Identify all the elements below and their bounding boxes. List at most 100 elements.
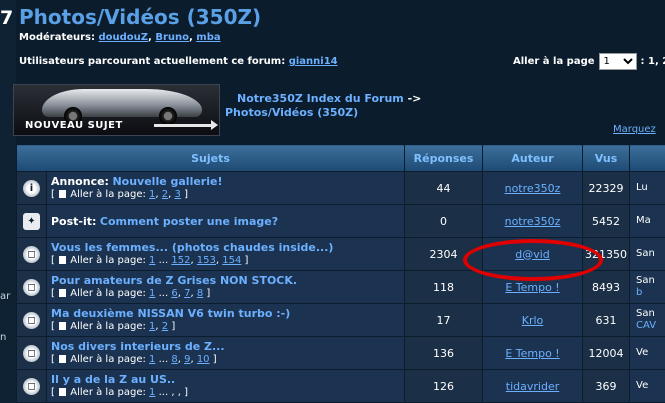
goto-page-label: Aller à la page bbox=[513, 56, 595, 67]
topic-title-link[interactable]: Comment poster une image? bbox=[100, 215, 278, 228]
topic-author-link[interactable]: tidavrider bbox=[506, 380, 559, 393]
topic-icon-cell: ◻ bbox=[16, 270, 47, 304]
page-link[interactable]: 1 bbox=[149, 387, 155, 398]
topic-author-link[interactable]: notre350z bbox=[505, 215, 561, 228]
topic-pages: [ Aller à la page: 1 ... 6, 7, 8 ] bbox=[51, 288, 211, 299]
topic-author-link[interactable]: E Tempo ! bbox=[505, 281, 559, 294]
topic-views: 8493 bbox=[582, 270, 631, 304]
topic-replies: 2304 bbox=[404, 237, 484, 271]
topic-pages: [ Aller à la page: 1, 2, 3 ] bbox=[51, 189, 188, 200]
page-link[interactable]: 1 bbox=[149, 189, 155, 200]
page-link[interactable]: 10 bbox=[197, 354, 210, 365]
page-link[interactable]: 153 bbox=[197, 255, 216, 266]
page-link[interactable]: 8 bbox=[197, 288, 203, 299]
topic-title-link[interactable]: Nouvelle gallerie! bbox=[112, 175, 222, 188]
topic-author-cell: E Tempo ! bbox=[482, 336, 584, 370]
page-icon bbox=[59, 256, 67, 264]
mark-all-read-link[interactable]: Marquez bbox=[613, 124, 656, 135]
topic-title-link[interactable]: Ma deuxième NISSAN V6 twin turbo :-) bbox=[51, 307, 290, 320]
topic-icon-cell: ◻ bbox=[16, 303, 47, 337]
announcement-icon: i bbox=[23, 179, 40, 197]
topic-replies: 118 bbox=[404, 270, 484, 304]
topic-last-post-cell: San CAV bbox=[629, 303, 665, 337]
last-post-date: Lu bbox=[636, 182, 648, 193]
page-icon bbox=[59, 388, 67, 396]
pages-label: Aller à la page: bbox=[70, 189, 146, 200]
last-post-date: San bbox=[636, 308, 655, 319]
page-link[interactable]: 9 bbox=[184, 354, 190, 365]
topic-replies: 44 bbox=[404, 171, 484, 205]
topic-author-link[interactable]: Krlo bbox=[522, 314, 544, 327]
table-row: ◻ Vous les femmes... (photos chaudes ins… bbox=[16, 237, 665, 271]
moderator-link[interactable]: Bruno bbox=[155, 32, 189, 43]
topic-views: 321350 bbox=[582, 237, 631, 271]
browsing-users-line: Utilisateurs parcourant actuellement ce … bbox=[19, 56, 338, 67]
page-link[interactable]: 7 bbox=[184, 288, 190, 299]
topic-title-link[interactable]: Nos divers interieurs de Z... bbox=[51, 340, 225, 353]
topic-author-link[interactable]: d@vid bbox=[515, 248, 550, 261]
topic-last-post-cell: San bbox=[629, 237, 665, 271]
topic-author-link[interactable]: notre350z bbox=[505, 182, 561, 195]
topic-pages: [ Aller à la page: 1, 2 ] bbox=[51, 321, 176, 332]
moderator-link[interactable]: mba bbox=[196, 32, 220, 43]
topic-subject-cell: Ma deuxième NISSAN V6 twin turbo :-)[ Al… bbox=[45, 303, 406, 337]
topic-author-link[interactable]: E Tempo ! bbox=[505, 347, 559, 360]
header-subjects: Sujets bbox=[15, 144, 406, 172]
topic-icon-cell: ◻ bbox=[16, 336, 47, 370]
topic-title-link[interactable]: Pour amateurs de Z Grises NON STOCK. bbox=[51, 274, 297, 287]
browsing-label: Utilisateurs parcourant actuellement ce … bbox=[19, 56, 286, 67]
page-icon bbox=[59, 289, 67, 297]
breadcrumb: Notre350Z Index du Forum -> Photos/Vidéo… bbox=[225, 92, 421, 120]
breadcrumb-index-link[interactable]: Notre350Z Index du Forum bbox=[237, 92, 404, 105]
topic-subject-cell: Nos divers interieurs de Z...[ Aller à l… bbox=[45, 336, 406, 370]
left-strip-text: ar bbox=[0, 291, 11, 302]
new-topic-button[interactable]: NOUVEAU SUJET bbox=[13, 84, 220, 136]
topic-replies: 0 bbox=[404, 204, 484, 238]
moderator-link[interactable]: doudouZ bbox=[99, 32, 149, 43]
topic-title-link[interactable]: Il y a de la Z au US.. bbox=[51, 373, 175, 386]
topic-subject-cell: Il y a de la Z au US..[ Aller à la page:… bbox=[45, 369, 406, 403]
topic-replies: 17 bbox=[404, 303, 484, 337]
table-row: ◻ Pour amateurs de Z Grises NON STOCK.[ … bbox=[16, 270, 665, 304]
breadcrumb-forum-link[interactable]: Photos/Vidéos (350Z) bbox=[225, 106, 358, 119]
page-link[interactable]: 154 bbox=[222, 255, 241, 266]
page-link[interactable]: 152 bbox=[171, 255, 190, 266]
topic-pages: [ Aller à la page: 1 ... 152, 153, 154 ] bbox=[51, 255, 249, 266]
page-link[interactable]: 1 bbox=[149, 255, 155, 266]
page-link[interactable]: 1 bbox=[149, 354, 155, 365]
topic-title-link[interactable]: Vous les femmes... (photos chaudes insid… bbox=[51, 241, 333, 254]
page-link[interactable]: 1 bbox=[149, 288, 155, 299]
topic-author-cell: Krlo bbox=[482, 303, 584, 337]
topic-icon-cell: ◻ bbox=[16, 237, 47, 271]
topic-icon-cell: ✦ bbox=[16, 204, 47, 238]
moderators-line: Modérateurs: doudouZ, Bruno, mba bbox=[19, 32, 221, 43]
left-strip-number: 7 bbox=[0, 7, 14, 29]
page-link[interactable]: 1 bbox=[149, 321, 155, 332]
topic-folder-icon: ◻ bbox=[23, 278, 40, 296]
pages-ellipsis: ... bbox=[158, 255, 169, 266]
topic-icon-cell: ◻ bbox=[16, 369, 47, 403]
pages-ellipsis: ... bbox=[158, 387, 169, 398]
last-post-author-link[interactable]: b bbox=[636, 287, 642, 298]
page-link[interactable]: 8 bbox=[171, 354, 177, 365]
goto-page-select[interactable]: 1 bbox=[598, 53, 637, 70]
goto-page: Aller à la page 1 : 1, 2 bbox=[513, 53, 665, 70]
page-title: Photos/Vidéos (350Z) bbox=[19, 5, 262, 29]
goto-page-suffix: : 1, 2 bbox=[640, 56, 665, 67]
page-link[interactable]: 2 bbox=[162, 189, 168, 200]
page-link[interactable]: 6 bbox=[171, 288, 177, 299]
page-icon bbox=[59, 190, 67, 198]
table-row: ◻ Il y a de la Z au US..[ Aller à la pag… bbox=[16, 369, 665, 403]
page-link[interactable]: 2 bbox=[162, 321, 168, 332]
pages-ellipsis: ... bbox=[158, 288, 169, 299]
new-topic-label: NOUVEAU SUJET bbox=[25, 120, 123, 131]
topic-last-post-cell: San b bbox=[629, 270, 665, 304]
topic-replies: 136 bbox=[404, 336, 484, 370]
topic-views: 12004 bbox=[582, 336, 631, 370]
topic-last-post-cell: Ve bbox=[629, 336, 665, 370]
browsing-user-link[interactable]: gianni14 bbox=[289, 56, 338, 67]
topic-prefix: Post-it: bbox=[51, 214, 97, 228]
page-link[interactable]: 3 bbox=[175, 189, 181, 200]
last-post-author-link[interactable]: CAV bbox=[636, 320, 656, 331]
arrow-icon bbox=[154, 120, 218, 130]
